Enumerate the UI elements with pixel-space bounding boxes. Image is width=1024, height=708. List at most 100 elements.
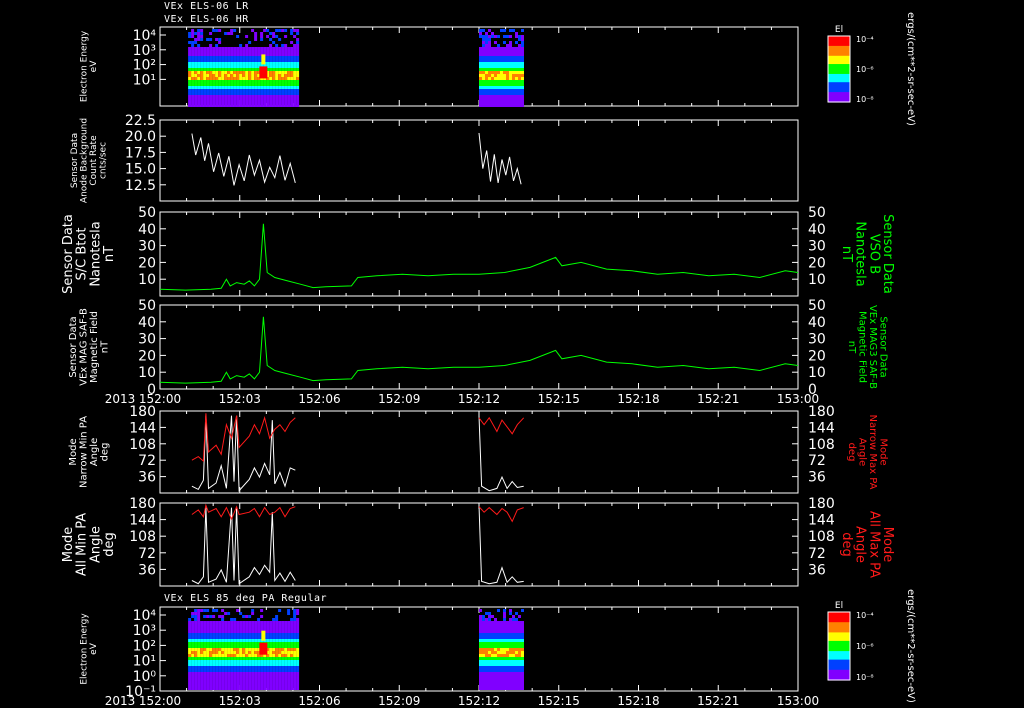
spectrogram-cell <box>194 618 198 621</box>
spectrogram-cell <box>242 645 246 648</box>
spectrogram-cell <box>251 59 255 62</box>
spectrogram-cell <box>200 621 204 624</box>
spectrogram-cell <box>245 636 249 639</box>
spectrogram-cell <box>485 687 488 690</box>
spectrogram-cell <box>500 672 503 675</box>
spectrogram-cell <box>215 29 219 32</box>
spectrogram-cell <box>275 681 279 684</box>
spectrogram-cell <box>479 645 482 648</box>
spectrogram-cell <box>521 59 524 62</box>
spectrogram-cell <box>251 104 255 107</box>
spectrogram-cell <box>212 672 216 675</box>
spectrogram-cell <box>218 53 222 56</box>
spectrogram-cell <box>206 669 210 672</box>
spectrogram-cell <box>236 53 240 56</box>
spectrogram-cell <box>503 681 506 684</box>
spectrogram-cell <box>263 660 267 663</box>
spectrogram-cell <box>479 615 482 618</box>
spectrogram-cell <box>245 630 249 633</box>
spectrogram-cell <box>269 83 273 86</box>
spectrogram-cell <box>488 633 491 636</box>
spectrogram-cell <box>194 62 198 65</box>
spectrogram-cell <box>272 654 276 657</box>
spectrogram-cell <box>200 56 204 59</box>
spectrogram-hotspot <box>261 630 266 641</box>
spectrogram-cell <box>518 35 521 38</box>
spectrogram-cell <box>479 678 482 681</box>
spectrogram-cell <box>200 654 204 657</box>
spectrogram-cell <box>239 53 243 56</box>
spectrogram-cell <box>188 672 192 675</box>
spectrogram-cell <box>209 660 213 663</box>
spectrogram-cell <box>200 104 204 107</box>
spectrogram-cell <box>488 68 491 71</box>
spectrogram-cell <box>239 47 243 50</box>
spectrogram-cell <box>203 651 207 654</box>
spectrogram-cell <box>236 35 240 38</box>
spectrogram-cell <box>209 101 213 104</box>
spectrogram-cell <box>497 609 500 612</box>
spectrogram-cell <box>515 627 518 630</box>
spectrogram-cell <box>266 29 270 32</box>
spectrogram-cell <box>218 615 222 618</box>
spectrogram-cell <box>218 89 222 92</box>
spectrogram-cell <box>224 98 228 101</box>
spectrogram-cell <box>494 627 497 630</box>
spectrogram-cell <box>200 675 204 678</box>
spectrogram-cell <box>203 89 207 92</box>
spectrogram-cell <box>296 669 300 672</box>
spectrogram-cell <box>230 71 234 74</box>
spectrogram-cell <box>281 44 285 47</box>
spectrogram-cell <box>509 83 512 86</box>
spectrogram-cell <box>215 38 219 41</box>
spectrogram-cell <box>194 648 198 651</box>
spectrogram-cell <box>296 681 300 684</box>
spectrogram-cell <box>491 59 494 62</box>
spectrogram-cell <box>257 624 261 627</box>
spectrogram-cell <box>242 654 246 657</box>
spectrogram-cell <box>245 104 249 107</box>
spectrogram-cell <box>215 633 219 636</box>
spectrogram-cell <box>230 68 234 71</box>
spectrogram-cell <box>518 615 521 618</box>
spectrogram-cell <box>497 65 500 68</box>
spectrogram-cell <box>242 104 246 107</box>
spectrogram-cell <box>509 672 512 675</box>
spectrogram-cell <box>221 618 225 621</box>
spectrogram-cell <box>188 68 192 71</box>
spectrogram-cell <box>230 657 234 660</box>
spectrogram-cell <box>245 663 249 666</box>
spectrogram-cell <box>521 74 524 77</box>
spectrogram-cell <box>521 678 524 681</box>
spectrogram-cell <box>500 651 503 654</box>
spectrogram-cell <box>482 615 485 618</box>
colorbar-tick: 10⁻⁶ <box>856 65 874 74</box>
spectrogram-cell <box>221 681 225 684</box>
spectrogram-cell <box>197 618 201 621</box>
spectrogram-cell <box>512 630 515 633</box>
spectrogram-cell <box>272 92 276 95</box>
spectrogram-cell <box>215 44 219 47</box>
spectrogram-cell <box>239 675 243 678</box>
spectrogram-cell <box>191 687 195 690</box>
spectrogram-cell <box>215 71 219 74</box>
spectrogram-cell <box>284 639 288 642</box>
spectrogram-cell <box>209 615 213 618</box>
spectrogram-cell <box>296 104 300 107</box>
spectrogram-cell <box>509 101 512 104</box>
y-tick-label: 20 <box>138 255 156 271</box>
spectrogram-cell <box>296 56 300 59</box>
spectrogram-cell <box>293 654 297 657</box>
spectrogram-cell <box>254 657 258 660</box>
spectrogram-cell <box>206 609 210 612</box>
spectrogram-cell <box>518 44 521 47</box>
y-tick-label: 144 <box>129 513 156 529</box>
spectrogram-cell <box>236 50 240 53</box>
spectrogram-cell <box>227 639 231 642</box>
spectrogram-cell <box>518 630 521 633</box>
spectrogram-cell <box>479 651 482 654</box>
spectrogram-cell <box>218 56 222 59</box>
spectrogram-cell <box>254 660 258 663</box>
spectrogram-cell <box>206 47 210 50</box>
spectrogram-cell <box>281 657 285 660</box>
